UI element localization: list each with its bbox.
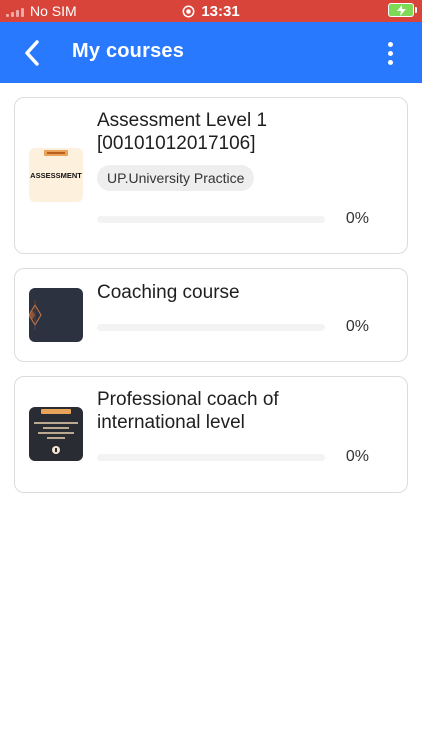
- back-button[interactable]: [18, 39, 46, 67]
- category-tag: UP.University Practice: [97, 165, 255, 191]
- course-thumbnail: [29, 288, 83, 342]
- more-vertical-icon-dot: [387, 50, 393, 56]
- course-title: Coaching course: [97, 282, 240, 303]
- battery-icon: [388, 3, 417, 17]
- course-title-line2: [00101012017106]: [97, 133, 256, 154]
- progress-label: 0%: [345, 318, 369, 335]
- more-vertical-icon: [387, 41, 393, 47]
- page-title: My courses: [72, 40, 185, 62]
- status-bar: No SIM 13:31: [0, 0, 422, 22]
- chevron-left-icon: [25, 40, 39, 66]
- status-right: [388, 3, 417, 17]
- course-title: Professional coach of international leve…: [97, 388, 279, 434]
- charging-bolt-icon: [396, 4, 406, 16]
- course-title-line1: Assessment Level 1: [97, 110, 268, 131]
- more-vertical-icon-dot: [387, 59, 393, 65]
- orientation-lock-icon: [182, 5, 195, 17]
- progress-bar: [97, 216, 325, 223]
- course-title: Assessment Level 1 [00101012017106]: [97, 109, 267, 155]
- course-thumbnail: [29, 407, 83, 461]
- progress-label: 0%: [345, 210, 369, 227]
- thumbnail-caption-graphic: [34, 422, 78, 454]
- status-center: 13:31: [0, 0, 422, 22]
- course-card-coaching[interactable]: Coaching course 0%: [14, 268, 408, 362]
- ornament-icon: [29, 300, 42, 330]
- clock: 13:31: [201, 2, 240, 20]
- course-card-professional-coach[interactable]: Professional coach of international leve…: [14, 376, 408, 493]
- thumbnail-text: ASSESSMENT: [30, 171, 82, 180]
- app-bar: My courses: [0, 22, 422, 83]
- progress-bar: [97, 324, 325, 331]
- course-card-assessment[interactable]: ASSESSMENT Assessment Level 1 [001010120…: [14, 97, 408, 254]
- progress-label: 0%: [345, 448, 369, 465]
- course-title-line1: Professional coach of: [97, 389, 279, 410]
- more-options-button[interactable]: [380, 39, 400, 67]
- course-thumbnail: ASSESSMENT: [29, 148, 83, 202]
- brand-badge: [44, 150, 68, 156]
- course-title-line2: international level: [97, 412, 245, 433]
- progress-bar: [97, 454, 325, 461]
